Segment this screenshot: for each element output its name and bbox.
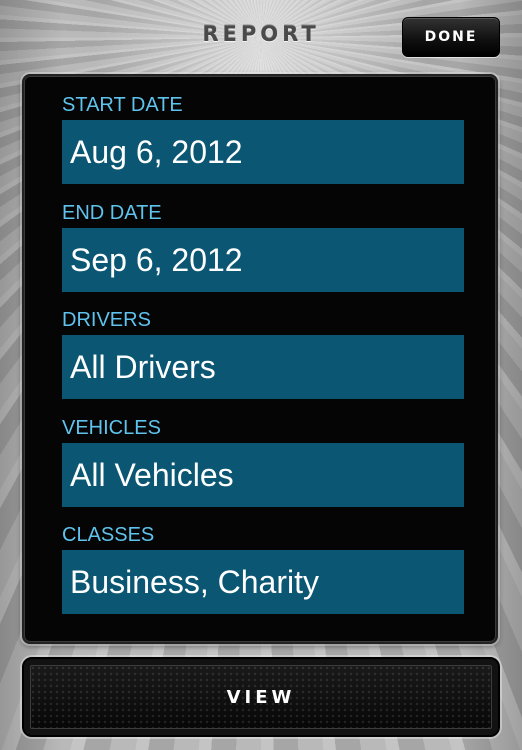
view-button[interactable]: VIEW xyxy=(22,657,500,737)
classes-value[interactable]: Business, Charity xyxy=(62,550,464,614)
start-date-label: START DATE xyxy=(62,94,183,116)
vehicles-value[interactable]: All Vehicles xyxy=(62,443,464,507)
vehicles-field[interactable]: VEHICLES All Vehicles xyxy=(62,413,464,507)
done-button[interactable]: DONE xyxy=(402,17,500,57)
drivers-label: DRIVERS xyxy=(62,309,151,331)
end-date-label: END DATE xyxy=(62,202,162,224)
start-date-field[interactable]: START DATE Aug 6, 2012 xyxy=(62,90,464,184)
classes-label: CLASSES xyxy=(62,524,155,546)
end-date-value[interactable]: Sep 6, 2012 xyxy=(62,228,464,292)
report-form-panel: START DATE Aug 6, 2012 END DATE Sep 6, 2… xyxy=(22,74,498,644)
vehicles-label: VEHICLES xyxy=(62,417,161,439)
drivers-value[interactable]: All Drivers xyxy=(62,335,464,399)
start-date-value[interactable]: Aug 6, 2012 xyxy=(62,120,464,184)
drivers-field[interactable]: DRIVERS All Drivers xyxy=(62,305,464,399)
classes-field[interactable]: CLASSES Business, Charity xyxy=(62,520,464,614)
end-date-field[interactable]: END DATE Sep 6, 2012 xyxy=(62,198,464,292)
